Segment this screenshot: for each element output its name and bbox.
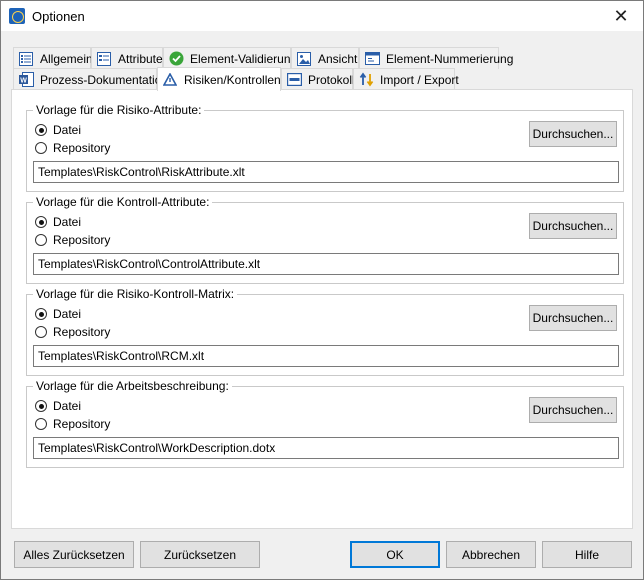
radio-datei[interactable]: Datei: [35, 307, 81, 321]
tab-prozess-dokumentation[interactable]: W Prozess-Dokumentation: [13, 68, 168, 90]
group-work-description: Vorlage für die Arbeitsbeschreibung: Dat…: [26, 379, 624, 468]
group-control-attributes: Vorlage für die Kontroll-Attribute: Date…: [26, 195, 624, 284]
group-legend: Vorlage für die Arbeitsbeschreibung:: [33, 379, 232, 393]
radio-label: Datei: [53, 307, 82, 321]
options-dialog: Optionen ✕ Allgemein Attribute Element-V…: [0, 0, 644, 580]
tab-allgemein[interactable]: Allgemein: [13, 47, 93, 69]
close-button[interactable]: ✕: [599, 1, 643, 31]
radio-label: Repository: [53, 417, 111, 431]
radio-datei[interactable]: Datei: [35, 399, 81, 413]
tab-attribute[interactable]: Attribute: [91, 47, 163, 69]
group-legend: Vorlage für die Risiko-Kontroll-Matrix:: [33, 287, 238, 301]
radio-datei[interactable]: Datei: [35, 215, 81, 229]
title-bar: Optionen ✕: [1, 1, 643, 31]
import-export-icon: [358, 72, 374, 88]
radio-repository[interactable]: Repository: [35, 417, 110, 431]
tab-label: Element-Nummerierung: [386, 51, 514, 66]
tab-element-validierung[interactable]: Element-Validierung: [163, 47, 297, 69]
radio-button-checked[interactable]: [35, 400, 47, 412]
reset-button[interactable]: Zurücksetzen: [140, 541, 260, 568]
image-icon: [296, 51, 312, 67]
template-path-input[interactable]: Templates\RiskControl\WorkDescription.do…: [33, 437, 619, 459]
cancel-button[interactable]: Abbrechen: [446, 541, 536, 568]
browse-button[interactable]: Durchsuchen...: [529, 397, 617, 423]
help-button[interactable]: Hilfe: [542, 541, 632, 568]
radio-label: Datei: [53, 123, 82, 137]
radio-button-checked[interactable]: [35, 216, 47, 228]
radio-label: Datei: [53, 215, 82, 229]
word-doc-icon: W: [18, 72, 34, 88]
radio-button[interactable]: [35, 326, 47, 338]
browse-button[interactable]: Durchsuchen...: [529, 121, 617, 147]
group-risk-control-matrix: Vorlage für die Risiko-Kontroll-Matrix: …: [26, 287, 624, 376]
radio-label: Datei: [53, 399, 82, 413]
tab-import-export[interactable]: Import / Export: [353, 68, 459, 90]
log-icon: [286, 72, 302, 88]
window-title: Optionen: [32, 9, 85, 24]
radio-button[interactable]: [35, 234, 47, 246]
group-risk-attributes: Vorlage für die Risiko-Attribute: Datei …: [26, 103, 624, 192]
table-icon: [96, 51, 112, 67]
ok-button[interactable]: OK: [350, 541, 440, 568]
tab-label: Allgemein: [40, 51, 93, 66]
list-icon: [18, 51, 34, 67]
tab-label: Attribute: [118, 51, 163, 66]
tab-label: Ansicht: [318, 51, 358, 66]
check-icon: [168, 51, 184, 67]
tab-label: Prozess-Dokumentation: [40, 72, 169, 87]
tab-protokoll[interactable]: Protokoll: [281, 68, 355, 90]
group-legend: Vorlage für die Kontroll-Attribute:: [33, 195, 213, 209]
radio-repository[interactable]: Repository: [35, 233, 110, 247]
group-legend: Vorlage für die Risiko-Attribute:: [33, 103, 205, 117]
tab-risiken-kontrollen[interactable]: Risiken/Kontrollen: [157, 67, 281, 91]
tab-element-nummerierung[interactable]: Element-Nummerierung: [359, 47, 513, 69]
template-path-input[interactable]: Templates\RiskControl\RiskAttribute.xlt: [33, 161, 619, 183]
app-icon: [9, 8, 25, 24]
radio-repository[interactable]: Repository: [35, 325, 110, 339]
template-path-input[interactable]: Templates\RiskControl\RCM.xlt: [33, 345, 619, 367]
browse-button[interactable]: Durchsuchen...: [529, 305, 617, 331]
tab-ansicht[interactable]: Ansicht: [291, 47, 359, 69]
reset-all-button[interactable]: Alles Zurücksetzen: [14, 541, 134, 568]
browse-button[interactable]: Durchsuchen...: [529, 213, 617, 239]
radio-label: Repository: [53, 325, 111, 339]
radio-button-checked[interactable]: [35, 308, 47, 320]
radio-button-checked[interactable]: [35, 124, 47, 136]
warning-triangle-icon: [162, 72, 178, 88]
radio-button[interactable]: [35, 142, 47, 154]
tab-label: Protokoll: [308, 72, 355, 87]
radio-label: Repository: [53, 233, 111, 247]
tab-panel-risiken-kontrollen: Vorlage für die Risiko-Attribute: Datei …: [11, 89, 633, 529]
radio-label: Repository: [53, 141, 111, 155]
radio-button[interactable]: [35, 418, 47, 430]
tab-label: Risiken/Kontrollen: [184, 72, 281, 87]
tab-label: Import / Export: [380, 72, 459, 87]
tab-label: Element-Validierung: [190, 51, 298, 66]
template-path-input[interactable]: Templates\RiskControl\ControlAttribute.x…: [33, 253, 619, 275]
svg-text:W: W: [20, 78, 27, 85]
close-icon: ✕: [613, 5, 629, 26]
window-icon: [364, 51, 380, 67]
radio-datei[interactable]: Datei: [35, 123, 81, 137]
radio-repository[interactable]: Repository: [35, 141, 110, 155]
